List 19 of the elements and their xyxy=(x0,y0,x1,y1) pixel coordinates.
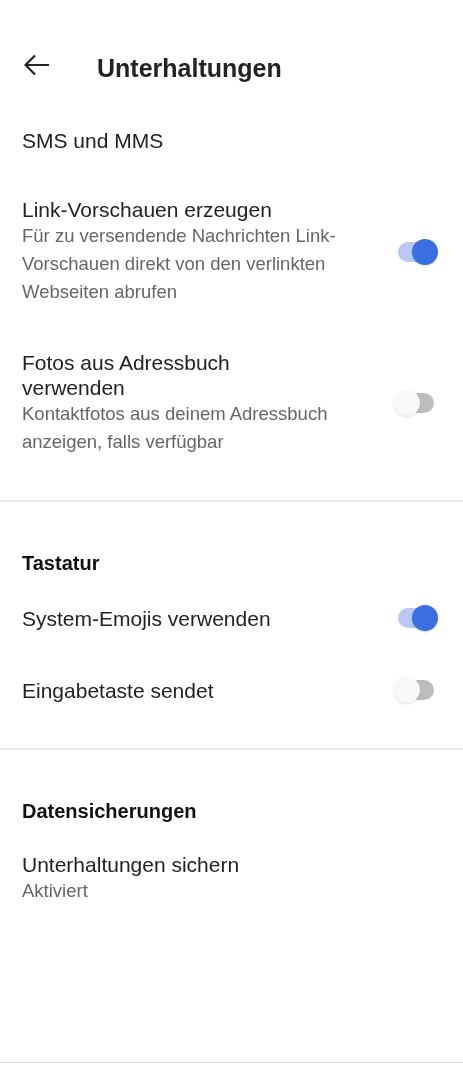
section-header: Datensicherungen xyxy=(22,800,197,822)
setting-title: System-Emojis verwenden xyxy=(22,605,272,631)
setting-title: Fotos aus Adressbuch verwenden xyxy=(22,350,231,400)
section-header: Tastatur xyxy=(22,552,100,574)
settings-row[interactable]: System-Emojis verwenden xyxy=(0,582,463,654)
settings-row[interactable]: SMS und MMS xyxy=(0,105,463,175)
screen-title: Unterhaltungen xyxy=(97,53,282,84)
setting-title: Link-Vorschauen erzeugen xyxy=(22,197,273,222)
back-arrow-icon xyxy=(24,54,50,76)
settings-row[interactable]: Eingabetaste sendet xyxy=(0,654,463,726)
setting-summary: Für zu versendende Nachrichten Link-Vorschauen direkt von den verlinkten Webseiten abrufen xyxy=(22,224,337,304)
setting-summary: Aktiviert xyxy=(22,879,89,903)
settings-row[interactable]: Fotos aus Adressbuch verwenden Kontaktfotos aus deinem Adressbuch anzeigen, falls verfügbar xyxy=(0,328,463,478)
setting-title: SMS und MMS xyxy=(22,127,165,153)
settings-row[interactable]: Unterhaltungen sichern Aktiviert xyxy=(0,830,463,927)
settings-row[interactable]: Link-Vorschauen erzeugen Für zu versendende Nachrichten Link-Vorschauen direkt von den verlinkten Webseiten abrufen xyxy=(0,175,463,328)
setting-summary: Kontaktfotos aus deinem Adressbuch anzeigen, falls verfügbar xyxy=(22,402,329,454)
setting-title: Eingabetaste sendet xyxy=(22,677,215,703)
setting-title: Unterhaltungen sichern xyxy=(22,852,241,877)
